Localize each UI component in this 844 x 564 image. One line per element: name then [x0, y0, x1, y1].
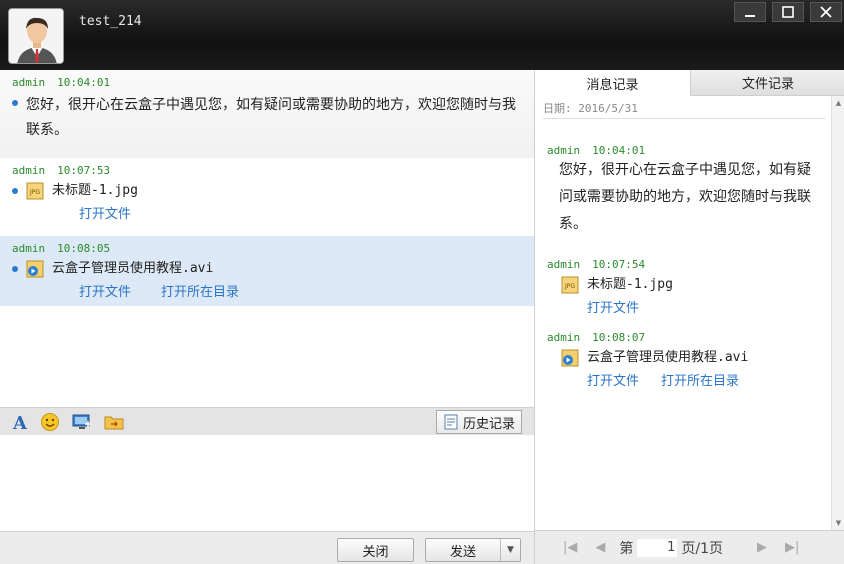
open-file-link[interactable]: 打开文件	[79, 285, 131, 300]
timestamp: 10:04:01	[57, 76, 111, 89]
jpg-file-icon: JPG	[26, 182, 44, 200]
video-file-icon	[561, 349, 579, 367]
file-links: 打开文件 打开所在目录	[79, 281, 522, 300]
chat-message: admin 10:07:53 JPG 未标题-1.jpg 打开文件	[0, 158, 534, 236]
svg-text:JPG: JPG	[29, 189, 40, 196]
history-tabs: 消息记录 文件记录	[535, 70, 844, 96]
first-page-icon[interactable]: |◀	[563, 540, 577, 555]
svg-text:A: A	[12, 413, 28, 432]
history-date: 日期: 2016/5/31	[543, 102, 638, 115]
close-icon	[820, 6, 832, 18]
history-message: admin 10:08:07 云盒子管理员使用教程.avi 打开文件 打开所在目录	[547, 331, 761, 389]
file-links: 打开文件	[587, 297, 673, 316]
message-line: 您好，很开心在云盒子中遇见您，如有疑问或需要协助的地方，欢迎您随时与我联系。	[12, 93, 522, 143]
minimize-icon	[745, 15, 755, 17]
prev-page-icon[interactable]: ◀	[595, 540, 605, 555]
sender: admin	[12, 164, 46, 177]
bullet-icon	[12, 188, 18, 194]
bullet-icon	[12, 100, 18, 106]
chat-history[interactable]: admin 10:04:01 您好，很开心在云盒子中遇见您，如有疑问或需要协助的地…	[0, 70, 534, 407]
open-file-link[interactable]: 打开文件	[587, 374, 639, 389]
message-line: 云盒子管理员使用教程.avi	[12, 259, 522, 279]
sender: admin	[547, 258, 581, 271]
next-page-icon[interactable]: ▶	[757, 540, 767, 555]
open-file-link[interactable]: 打开文件	[79, 207, 131, 222]
user-avatar-icon	[9, 9, 63, 63]
file-links: 打开文件 打开所在目录	[587, 370, 761, 389]
message-input[interactable]	[0, 435, 534, 531]
history-list[interactable]: 日期: 2016/5/31 admin 10:04:01 您好，很开心在云盒子中遇…	[535, 96, 831, 530]
close-window-button[interactable]	[810, 2, 842, 22]
message-meta: admin 10:07:54	[547, 258, 673, 271]
scroll-down-icon[interactable]: ▼	[832, 516, 844, 530]
file-name: 未标题-1.jpg	[52, 183, 138, 198]
timestamp: 10:04:01	[592, 144, 646, 157]
folder-icon[interactable]	[104, 412, 124, 432]
open-folder-link[interactable]: 打开所在目录	[161, 285, 239, 300]
send-button[interactable]: 发送 ▼	[425, 538, 521, 562]
chat-panel: admin 10:04:01 您好，很开心在云盒子中遇见您，如有疑问或需要协助的地…	[0, 70, 534, 564]
page-number-input[interactable]: 1	[637, 538, 678, 557]
open-folder-link[interactable]: 打开所在目录	[661, 374, 739, 389]
message-line: 云盒子管理员使用教程.avi	[561, 348, 761, 368]
message-text: 您好，很开心在云盒子中遇见您，如有疑问或需要协助的地方，欢迎您随时与我联系。	[26, 97, 516, 138]
history-icon	[444, 414, 458, 430]
scroll-up-icon[interactable]: ▲	[832, 96, 844, 110]
timestamp: 10:08:05	[57, 242, 111, 255]
jpg-file-icon: JPG	[561, 276, 579, 294]
tab-messages[interactable]: 消息记录	[535, 70, 690, 96]
timestamp: 10:07:53	[57, 164, 111, 177]
message-text: 您好，很开心在云盒子中遇见您，如有疑问或需要协助的地方，欢迎您随时与我联系。	[559, 162, 811, 232]
file-name: 云盒子管理员使用教程.avi	[587, 350, 749, 365]
maximize-button[interactable]	[772, 2, 804, 22]
emoji-icon[interactable]	[40, 412, 60, 432]
font-icon[interactable]: A	[10, 412, 30, 432]
timestamp: 10:08:07	[592, 331, 646, 344]
sender: admin	[12, 242, 46, 255]
last-page-icon[interactable]: ▶|	[785, 540, 799, 555]
chat-message: admin 10:04:01 您好，很开心在云盒子中遇见您，如有疑问或需要协助的地…	[0, 70, 534, 158]
sender: admin	[547, 144, 581, 157]
send-label: 发送	[449, 544, 476, 560]
input-toolbar: A 历史记录	[0, 407, 534, 435]
timestamp: 10:07:54	[592, 258, 646, 271]
sender: admin	[547, 331, 581, 344]
history-panel: 消息记录 文件记录 日期: 2016/5/31 admin 10:04:01 您好…	[534, 70, 844, 564]
divider	[543, 118, 825, 119]
page-label-post: 页/1页	[681, 540, 724, 557]
action-bar: 关闭 发送 ▼	[0, 531, 534, 564]
pager: |◀ ◀ 第 1 页/1页 ▶ ▶|	[535, 530, 844, 564]
screenshot-icon[interactable]	[72, 412, 92, 432]
history-message: admin 10:07:54 JPG 未标题-1.jpg 打开文件	[547, 258, 673, 316]
history-message: admin 10:04:01 您好，很开心在云盒子中遇见您，如有疑问或需要协助的地…	[547, 144, 821, 238]
history-button[interactable]: 历史记录	[435, 410, 522, 434]
history-label: 历史记录	[462, 416, 515, 432]
file-links: 打开文件	[79, 203, 522, 222]
message-meta: admin 10:08:07	[547, 331, 761, 344]
history-scrollbar[interactable]: ▲ ▼	[831, 96, 844, 530]
svg-text:JPG: JPG	[564, 283, 575, 290]
page-label-pre: 第	[619, 540, 634, 557]
message-meta: admin 10:07:53	[12, 164, 522, 177]
open-file-link[interactable]: 打开文件	[587, 301, 639, 316]
message-line: JPG 未标题-1.jpg	[561, 275, 673, 295]
chat-message: admin 10:08:05 云盒子管理员使用教程.avi 打开文件 打开所在目录	[0, 236, 534, 306]
file-name: 未标题-1.jpg	[587, 277, 673, 292]
minimize-button[interactable]	[734, 2, 766, 22]
message-meta: admin 10:04:01	[12, 76, 522, 89]
close-button[interactable]: 关闭	[337, 538, 414, 562]
message-line: JPG 未标题-1.jpg	[12, 181, 522, 201]
message-meta: admin 10:04:01	[547, 144, 821, 157]
file-name: 云盒子管理员使用教程.avi	[52, 261, 214, 276]
username: test_214	[79, 14, 142, 29]
title-bar: test_214	[0, 0, 844, 70]
maximize-icon	[782, 6, 794, 18]
sender: admin	[12, 76, 46, 89]
bullet-icon	[12, 266, 18, 272]
tab-files[interactable]: 文件记录	[690, 70, 844, 96]
message-meta: admin 10:08:05	[12, 242, 522, 255]
send-options-dropdown[interactable]: ▼	[500, 539, 520, 561]
avatar[interactable]	[8, 8, 64, 64]
video-file-icon	[26, 260, 44, 278]
